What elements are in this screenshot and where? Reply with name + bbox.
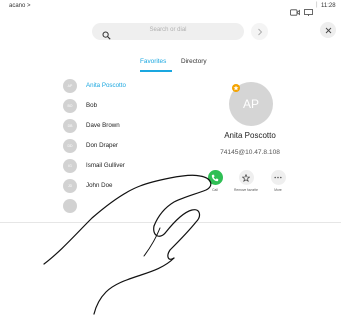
pointing-hand-illustration <box>43 174 212 315</box>
